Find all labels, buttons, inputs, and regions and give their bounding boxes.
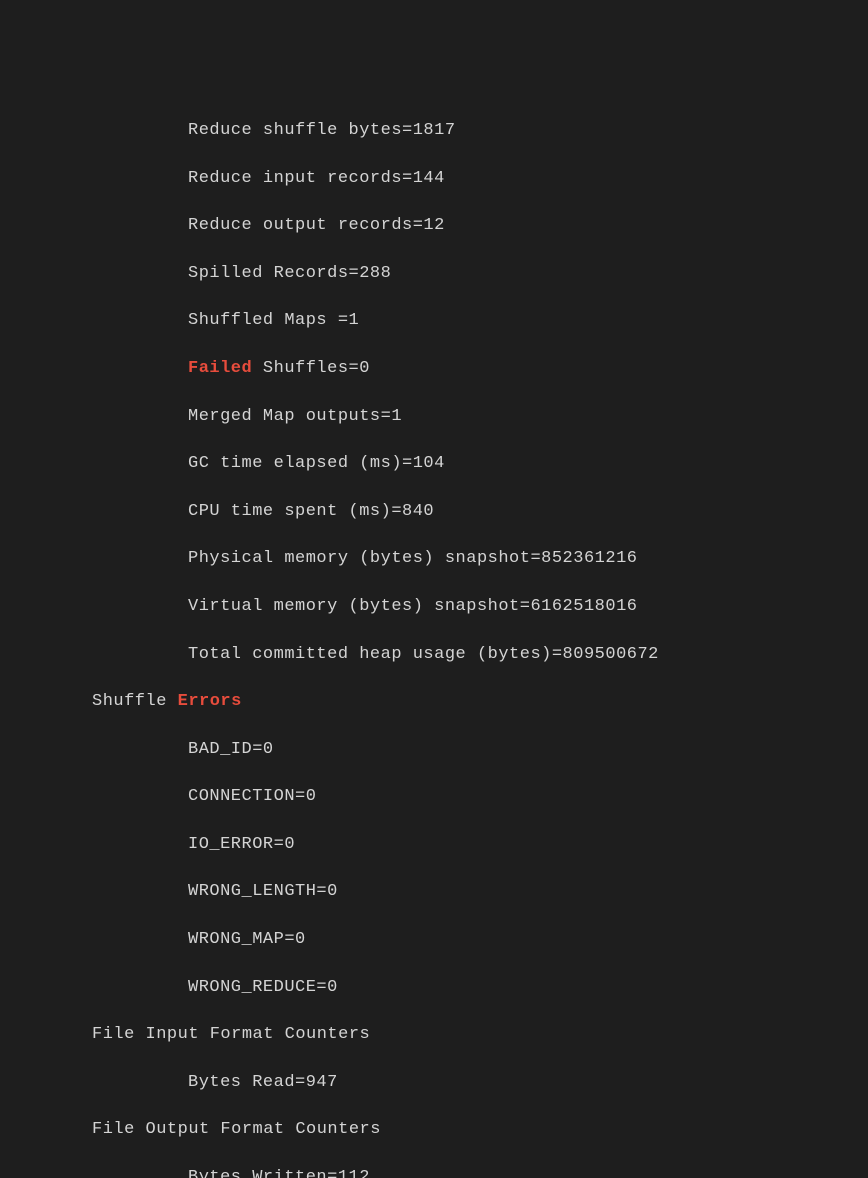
counter-line: Reduce shuffle bytes=1817 xyxy=(0,119,868,143)
counter-line: CPU time spent (ms)=840 xyxy=(0,500,868,524)
shuffle-error-line: IO_ERROR=0 xyxy=(0,833,868,857)
file-output-line: Bytes Written=112 xyxy=(0,1166,868,1178)
shuffle-errors-header: Shuffle Errors xyxy=(0,690,868,714)
file-input-line: Bytes Read=947 xyxy=(0,1071,868,1095)
counter-line: GC time elapsed (ms)=104 xyxy=(0,452,868,476)
counter-line: Spilled Records=288 xyxy=(0,262,868,286)
counter-line: Virtual memory (bytes) snapshot=61625180… xyxy=(0,595,868,619)
counter-line: Merged Map outputs=1 xyxy=(0,405,868,429)
counter-line: Failed Shuffles=0 xyxy=(0,357,868,381)
file-output-header: File Output Format Counters xyxy=(0,1118,868,1142)
failed-value: Shuffles=0 xyxy=(252,359,370,378)
shuffle-error-line: CONNECTION=0 xyxy=(0,785,868,809)
counter-line: Shuffled Maps =1 xyxy=(0,309,868,333)
shuffle-error-line: WRONG_REDUCE=0 xyxy=(0,976,868,1000)
file-input-header: File Input Format Counters xyxy=(0,1023,868,1047)
shuffle-error-line: WRONG_LENGTH=0 xyxy=(0,880,868,904)
errors-keyword: Errors xyxy=(178,692,242,711)
shuffle-prefix: Shuffle xyxy=(92,692,178,711)
counter-line: Reduce input records=144 xyxy=(0,167,868,191)
counter-line: Reduce output records=12 xyxy=(0,214,868,238)
failed-keyword: Failed xyxy=(188,359,252,378)
counter-line: Total committed heap usage (bytes)=80950… xyxy=(0,643,868,667)
counter-line: Physical memory (bytes) snapshot=8523612… xyxy=(0,547,868,571)
shuffle-error-line: WRONG_MAP=0 xyxy=(0,928,868,952)
shuffle-error-line: BAD_ID=0 xyxy=(0,738,868,762)
terminal-output: Reduce shuffle bytes=1817 Reduce input r… xyxy=(0,95,868,1178)
